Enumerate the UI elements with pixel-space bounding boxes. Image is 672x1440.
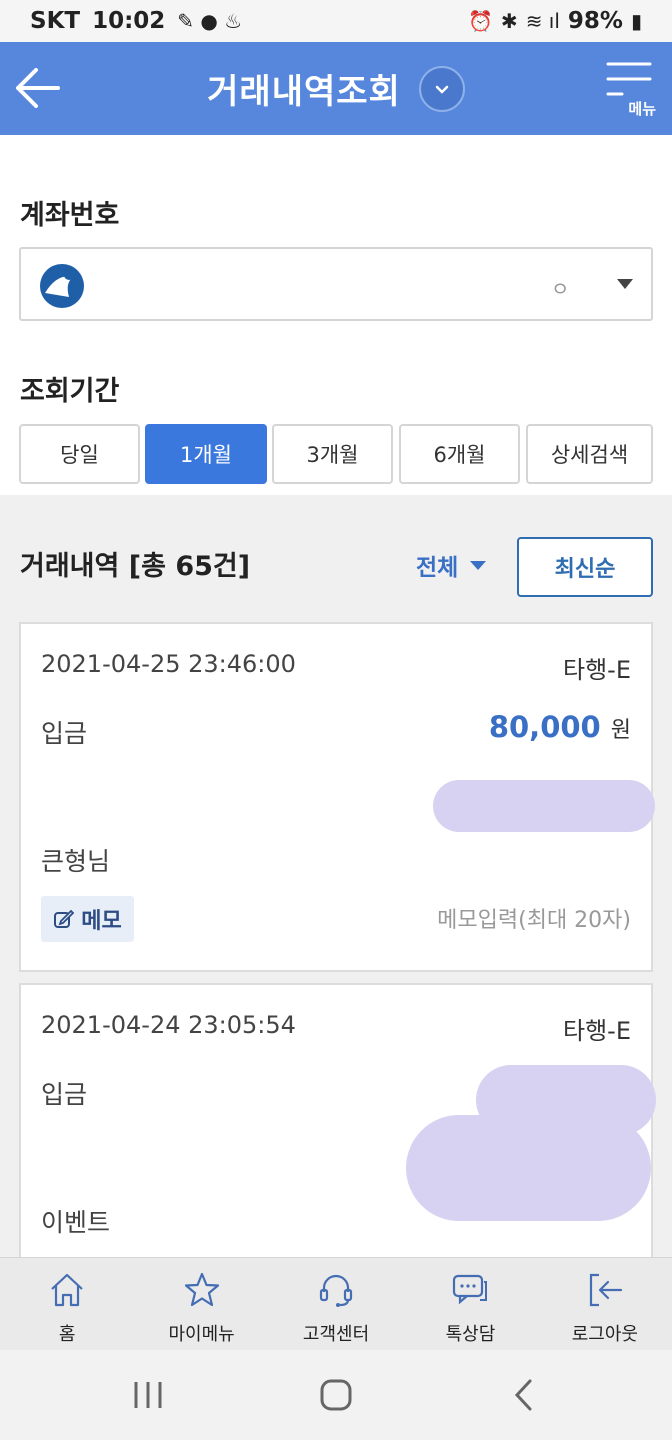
transaction-type: 입금 — [41, 719, 88, 748]
hamburger-icon — [606, 62, 652, 96]
period-today-button[interactable]: 당일 — [19, 424, 140, 484]
account-label: 계좌번호 — [20, 200, 120, 231]
nav-home-label: 홈 — [58, 1324, 76, 1345]
dropdown-arrow-icon — [617, 279, 633, 289]
home-icon — [51, 1273, 83, 1307]
menu-label: 메뉴 — [628, 100, 656, 118]
transaction-datetime: 2021-04-25 23:46:00 — [41, 650, 296, 678]
period-1month-button[interactable]: 1개월 — [145, 424, 267, 484]
period-6month-button[interactable]: 6개월 — [399, 424, 520, 484]
period-label: 조회기간 — [20, 376, 120, 407]
notification-icons: ✎ ● ♨ — [177, 9, 243, 33]
nav-talk-consult[interactable]: 톡상담 — [403, 1258, 537, 1350]
home-circle-icon[interactable] — [316, 1378, 356, 1412]
nav-talk-consult-label: 톡상담 — [445, 1324, 496, 1345]
transaction-name: 이벤트 — [41, 1208, 111, 1237]
nav-home[interactable]: 홈 — [0, 1258, 134, 1350]
chat-icon — [453, 1274, 488, 1305]
back-chevron-icon[interactable] — [504, 1378, 544, 1412]
transaction-list-title: 거래내역 [총 65건] — [20, 551, 251, 582]
transaction-bank: 타행-E — [563, 1017, 631, 1045]
period-button-group: 당일 1개월 3개월 6개월 상세검색 — [19, 424, 653, 484]
nav-my-menu-label: 마이메뉴 — [168, 1324, 235, 1345]
account-number-text: ㅇ — [551, 277, 570, 301]
transaction-card[interactable]: 2021-04-25 23:46:00 타행-E 입금 80,000 원 큰형님… — [19, 622, 655, 972]
edit-memo-icon — [54, 909, 75, 928]
detail-search-button[interactable]: 상세검색 — [526, 424, 653, 484]
transaction-amount: 80,000 원 — [489, 710, 631, 744]
transaction-type: 입금 — [41, 1080, 88, 1109]
search-form: 계좌번호 ㅇ 조회기간 당일 1개월 3개월 6개월 상세검색 — [0, 135, 672, 495]
nav-logout[interactable]: 로그아웃 — [538, 1258, 672, 1350]
filter-label: 전체 — [416, 555, 459, 581]
star-icon — [184, 1272, 219, 1307]
memo-label: 메모 — [81, 909, 122, 934]
carrier-text: SKT — [30, 8, 81, 34]
recent-apps-icon[interactable] — [128, 1378, 168, 1412]
memo-button[interactable]: 메모 — [41, 896, 134, 942]
logout-icon — [589, 1273, 622, 1307]
sort-button[interactable]: 최신순 — [517, 537, 653, 597]
alarm-icon: ⏰ — [468, 9, 493, 33]
memo-placeholder[interactable]: 메모입력(최대 20자) — [437, 902, 631, 934]
bottom-navigation: 홈 마이메뉴 고객센터 톡상담 로그아웃 — [0, 1257, 672, 1350]
wifi-signal-icon: ≋ ıl — [525, 9, 560, 33]
transaction-name: 큰형님 — [41, 847, 111, 876]
title-dropdown-button[interactable] — [418, 65, 465, 112]
bluetooth-icon: ✱ — [500, 9, 518, 33]
filter-dropdown[interactable]: 전체 — [416, 548, 487, 582]
battery-icon: ▮ — [630, 9, 642, 33]
account-select[interactable]: ㅇ — [19, 247, 653, 321]
chevron-down-icon — [435, 85, 449, 94]
nav-my-menu[interactable]: 마이메뉴 — [134, 1258, 268, 1350]
system-navigation-bar — [0, 1350, 672, 1440]
redacted-balance — [406, 1115, 651, 1221]
redacted-balance — [433, 780, 655, 832]
clock-text: 10:02 — [92, 8, 166, 34]
page-title: 거래내역조회 — [207, 72, 401, 112]
transaction-datetime: 2021-04-24 23:05:54 — [41, 1011, 296, 1039]
app-header: 거래내역조회 메뉴 — [0, 42, 672, 135]
status-bar: SKT 10:02 ✎ ● ♨ ⏰ ✱ ≋ ıl 98% ▮ — [0, 0, 672, 42]
transaction-bank: 타행-E — [563, 656, 631, 684]
nav-customer-center[interactable]: 고객센터 — [269, 1258, 403, 1350]
headset-icon — [319, 1274, 353, 1307]
caret-down-icon — [470, 560, 487, 570]
nav-customer-center-label: 고객센터 — [302, 1324, 370, 1345]
period-3month-button[interactable]: 3개월 — [272, 424, 393, 484]
currency-unit: 원 — [610, 718, 631, 743]
nav-logout-label: 로그아웃 — [571, 1324, 638, 1345]
transaction-card[interactable]: 2021-04-24 23:05:54 타행-E 입금 이벤트 — [19, 983, 656, 1283]
battery-text: 98% — [567, 8, 623, 34]
bank-logo-icon — [40, 264, 84, 308]
amount-value: 80,000 — [488, 710, 601, 744]
